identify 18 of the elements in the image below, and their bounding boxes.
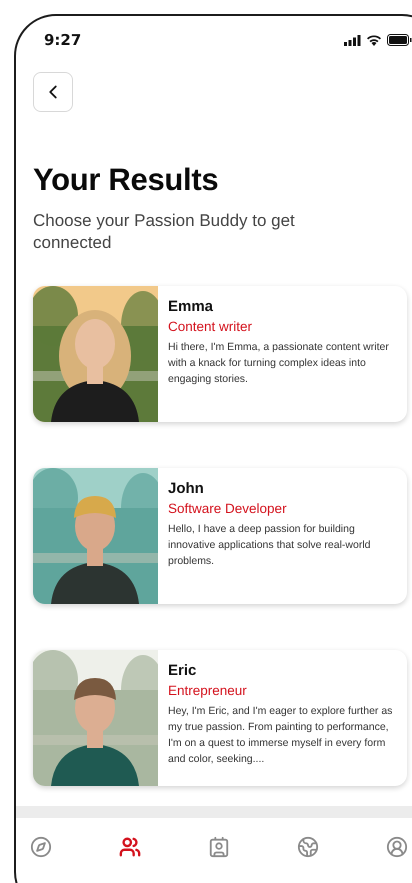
back-button[interactable] — [33, 72, 73, 112]
profile-card[interactable]: Eric Entrepreneur Hey, I'm Eric, and I'm eager to explore further as my true passion. From painting to performance, I'm on a quest to immerse myself in every form and color, seeking.... — [33, 650, 407, 786]
profile-name: Emma — [168, 298, 214, 315]
profile-role: Entrepreneur — [168, 683, 248, 698]
profile-bio: Hello, I have a deep passion for building innovative applications that solve real-world problems. — [168, 522, 372, 569]
signal-icon — [344, 34, 361, 46]
status-time: 9:27 — [44, 31, 82, 49]
profile-bio: Hi there, I'm Emma, a passionate content writer with a knack for turning complex ideas into engaging stories. — [168, 340, 390, 387]
wifi-icon — [366, 34, 382, 46]
profile-role: Content writer — [168, 319, 254, 334]
profile-role: Software Developer — [168, 501, 288, 516]
page-subtitle: Choose your Passion Buddy to get connected — [33, 210, 296, 254]
profile-card[interactable]: Emma Content writer Hi there, I'm Emma, a passionate content writer with a knack for turning complex ideas into engaging stories. — [33, 286, 407, 422]
profile-name: Eric — [168, 662, 198, 679]
profile-name: John — [168, 480, 205, 497]
page-title: Your Results — [33, 162, 220, 198]
profile-bio: Hey, I'm Eric, and I'm eager to explore further as my true passion. From painting to performance, I'm on a quest to immerse myself in every form and color, seeking.... — [168, 704, 394, 767]
profile-card[interactable]: John Software Developer Hello, I have a deep passion for building innovative applications that solve real-world problems. — [33, 468, 407, 604]
